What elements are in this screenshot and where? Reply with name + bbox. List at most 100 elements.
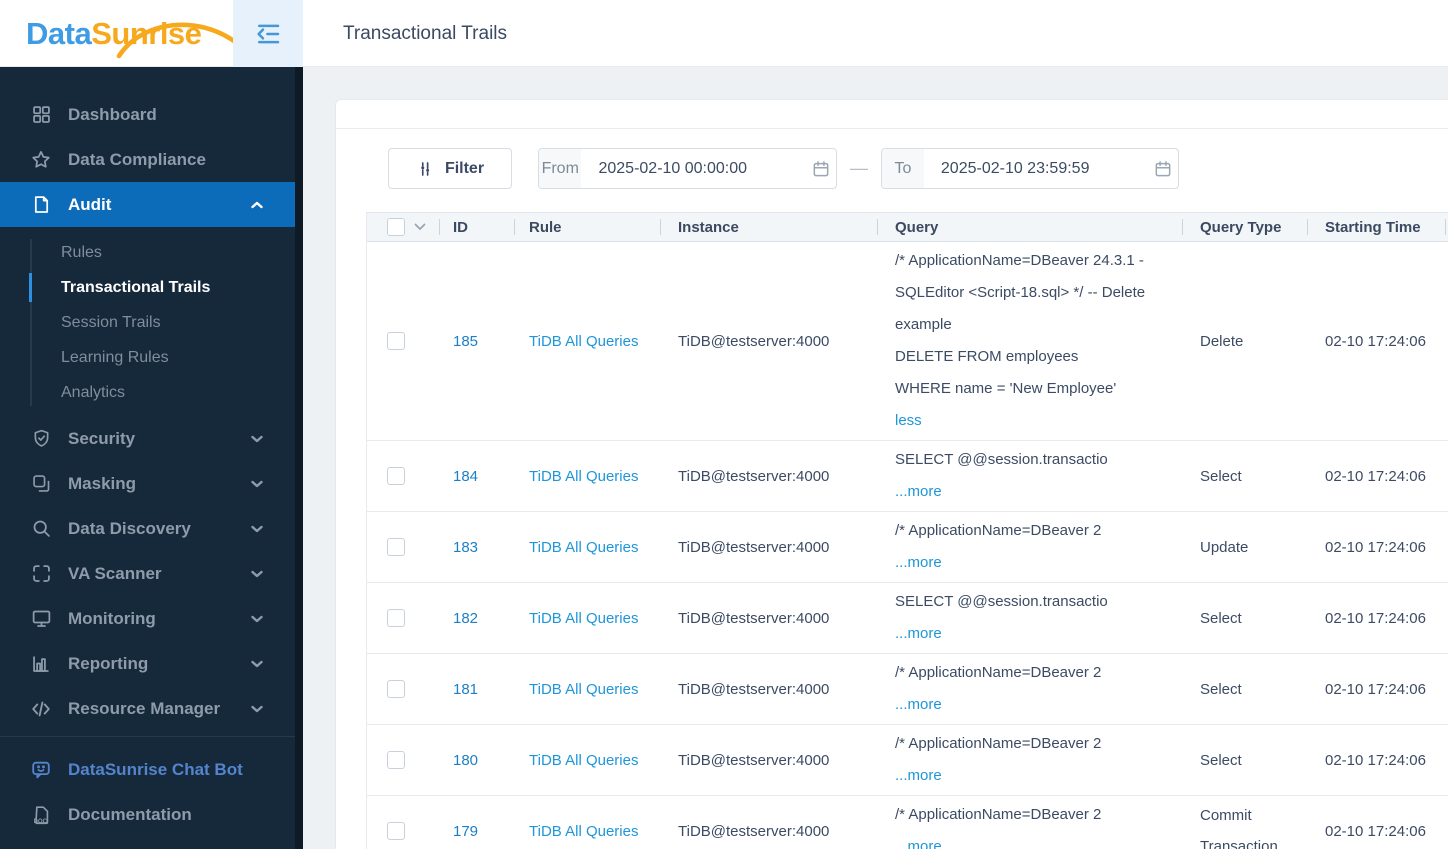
monitor-icon [30, 608, 52, 630]
sidebar-item-session-trails[interactable]: Session Trails [0, 305, 295, 340]
expand-query-link[interactable]: ...more [895, 618, 1182, 650]
starting-time-cell: 02-10 17:24:06 [1325, 609, 1426, 627]
sidebar-item-label: Dashboard [68, 104, 157, 124]
collapse-query-link[interactable]: less [895, 405, 1182, 437]
query-line: SQLEditor <Script-18.sql> */ -- Delete [895, 284, 1146, 301]
select-menu-chevron-icon[interactable] [414, 223, 426, 231]
sidebar-item-label: Data Compliance [68, 149, 206, 169]
scanner-frame-icon [30, 563, 52, 585]
query-type-cell: Update [1200, 538, 1249, 556]
row-checkbox[interactable] [387, 680, 405, 698]
sidebar-item-transactional-trails[interactable]: Transactional Trails [0, 270, 295, 305]
sidebar-item-va-scanner[interactable]: VA Scanner [0, 551, 295, 596]
rule-link[interactable]: TiDB All Queries [529, 539, 638, 556]
rule-link[interactable]: TiDB All Queries [529, 823, 638, 840]
rule-link[interactable]: TiDB All Queries [529, 681, 638, 698]
column-header-rule[interactable]: Rule [514, 213, 660, 241]
chevron-down-icon [251, 525, 263, 533]
filter-button[interactable]: Filter [388, 148, 512, 189]
sidebar-collapse-button[interactable] [233, 0, 303, 67]
sidebar-item-reporting[interactable]: Reporting [0, 641, 295, 686]
column-header-instance[interactable]: Instance [660, 213, 877, 241]
rule-link[interactable]: TiDB All Queries [529, 752, 638, 769]
audit-document-icon [30, 194, 52, 216]
row-checkbox[interactable] [387, 822, 405, 840]
sidebar-item-rules[interactable]: Rules [0, 235, 295, 270]
calendar-icon[interactable] [805, 149, 836, 188]
query-line: SELECT @@session.transactio [895, 451, 1108, 468]
event-id-link[interactable]: 179 [453, 823, 478, 840]
sidebar-item-security[interactable]: Security [0, 416, 295, 461]
expand-query-link[interactable]: ...more [895, 831, 1182, 849]
starting-time-cell: 02-10 17:24:06 [1325, 538, 1426, 556]
instance-cell: TiDB@testserver:4000 [678, 609, 830, 627]
sidebar-item-chat-bot[interactable]: DataSunrise Chat Bot [0, 747, 295, 792]
datasunrise-logo[interactable]: DataSunrise [26, 16, 241, 59]
sidebar-item-data-compliance[interactable]: Data Compliance [0, 137, 295, 182]
date-to-input[interactable] [923, 149, 1148, 188]
event-id-link[interactable]: 183 [453, 539, 478, 556]
query-line: /* ApplicationName=DBeaver 2 [895, 522, 1102, 539]
sidebar-item-analytics[interactable]: Analytics [0, 375, 295, 410]
filter-button-label: Filter [444, 159, 485, 177]
column-header-query[interactable]: Query [877, 213, 1182, 241]
query-cell: /* ApplicationName=DBeaver 2 ...more [877, 725, 1182, 795]
main-content: Filter From — To [303, 67, 1448, 849]
row-checkbox[interactable] [387, 609, 405, 627]
panel-divider [336, 128, 1448, 129]
page-title: Transactional Trails [343, 22, 508, 44]
query-cell: /* ApplicationName=DBeaver 24.3.1 - SQLEd… [877, 242, 1182, 440]
event-id-link[interactable]: 185 [453, 333, 478, 350]
sidebar-item-audit[interactable]: Audit [0, 182, 295, 227]
sidebar: Dashboard Data Compliance Audit Rules Tr… [0, 67, 303, 849]
select-all-checkbox[interactable] [387, 218, 405, 236]
starting-time-cell: 02-10 17:24:06 [1325, 822, 1426, 840]
expand-query-link[interactable]: ...more [895, 689, 1182, 721]
query-type-cell: Select [1200, 609, 1242, 627]
expand-query-link[interactable]: ...more [895, 476, 1182, 508]
code-brackets-icon [30, 698, 52, 720]
column-header-query-type[interactable]: Query Type [1182, 213, 1307, 241]
event-id-link[interactable]: 180 [453, 752, 478, 769]
sidebar-item-label: Documentation [68, 804, 192, 824]
rule-link[interactable]: TiDB All Queries [529, 610, 638, 627]
sidebar-item-data-discovery[interactable]: Data Discovery [0, 506, 295, 551]
table-row: 181 TiDB All Queries TiDB@testserver:400… [367, 654, 1448, 725]
column-header-id[interactable]: ID [439, 213, 514, 241]
query-line: example [895, 316, 952, 333]
date-from-label: From [539, 149, 582, 188]
column-header-starting-time[interactable]: Starting Time [1307, 213, 1445, 241]
sidebar-item-documentation[interactable]: DOC Documentation [0, 792, 295, 837]
rule-link[interactable]: TiDB All Queries [529, 333, 638, 350]
event-id-link[interactable]: 184 [453, 468, 478, 485]
sidebar-item-masking[interactable]: Masking [0, 461, 295, 506]
table-row: 185 TiDB All Queries TiDB@testserver:400… [367, 242, 1448, 441]
row-checkbox[interactable] [387, 467, 405, 485]
sidebar-subitem-label: Rules [61, 243, 102, 261]
logo-word-data: Data [26, 16, 92, 51]
content-panel: Filter From — To [335, 99, 1448, 849]
rule-link[interactable]: TiDB All Queries [529, 468, 638, 485]
chevron-down-icon [251, 660, 263, 668]
sidebar-subitem-label: Analytics [61, 383, 126, 401]
table-row: 182 TiDB All Queries TiDB@testserver:400… [367, 583, 1448, 654]
expand-query-link[interactable]: ...more [895, 760, 1182, 792]
row-checkbox[interactable] [387, 751, 405, 769]
query-line: DELETE FROM employees [895, 348, 1079, 365]
sidebar-item-learning-rules[interactable]: Learning Rules [0, 340, 295, 375]
row-checkbox[interactable] [387, 538, 405, 556]
expand-query-link[interactable]: ...more [895, 547, 1182, 579]
sidebar-item-dashboard[interactable]: Dashboard [0, 92, 295, 137]
instance-cell: TiDB@testserver:4000 [678, 751, 830, 769]
svg-text:DOC: DOC [34, 818, 48, 824]
row-checkbox[interactable] [387, 332, 405, 350]
sidebar-item-monitoring[interactable]: Monitoring [0, 596, 295, 641]
calendar-icon[interactable] [1148, 149, 1178, 188]
instance-cell: TiDB@testserver:4000 [678, 680, 830, 698]
date-from-input[interactable] [581, 149, 806, 188]
sidebar-item-resource-manager[interactable]: Resource Manager [0, 686, 295, 731]
sidebar-scrollbar[interactable] [295, 67, 303, 849]
event-id-link[interactable]: 182 [453, 610, 478, 627]
event-id-link[interactable]: 181 [453, 681, 478, 698]
chevron-down-icon [251, 435, 263, 443]
